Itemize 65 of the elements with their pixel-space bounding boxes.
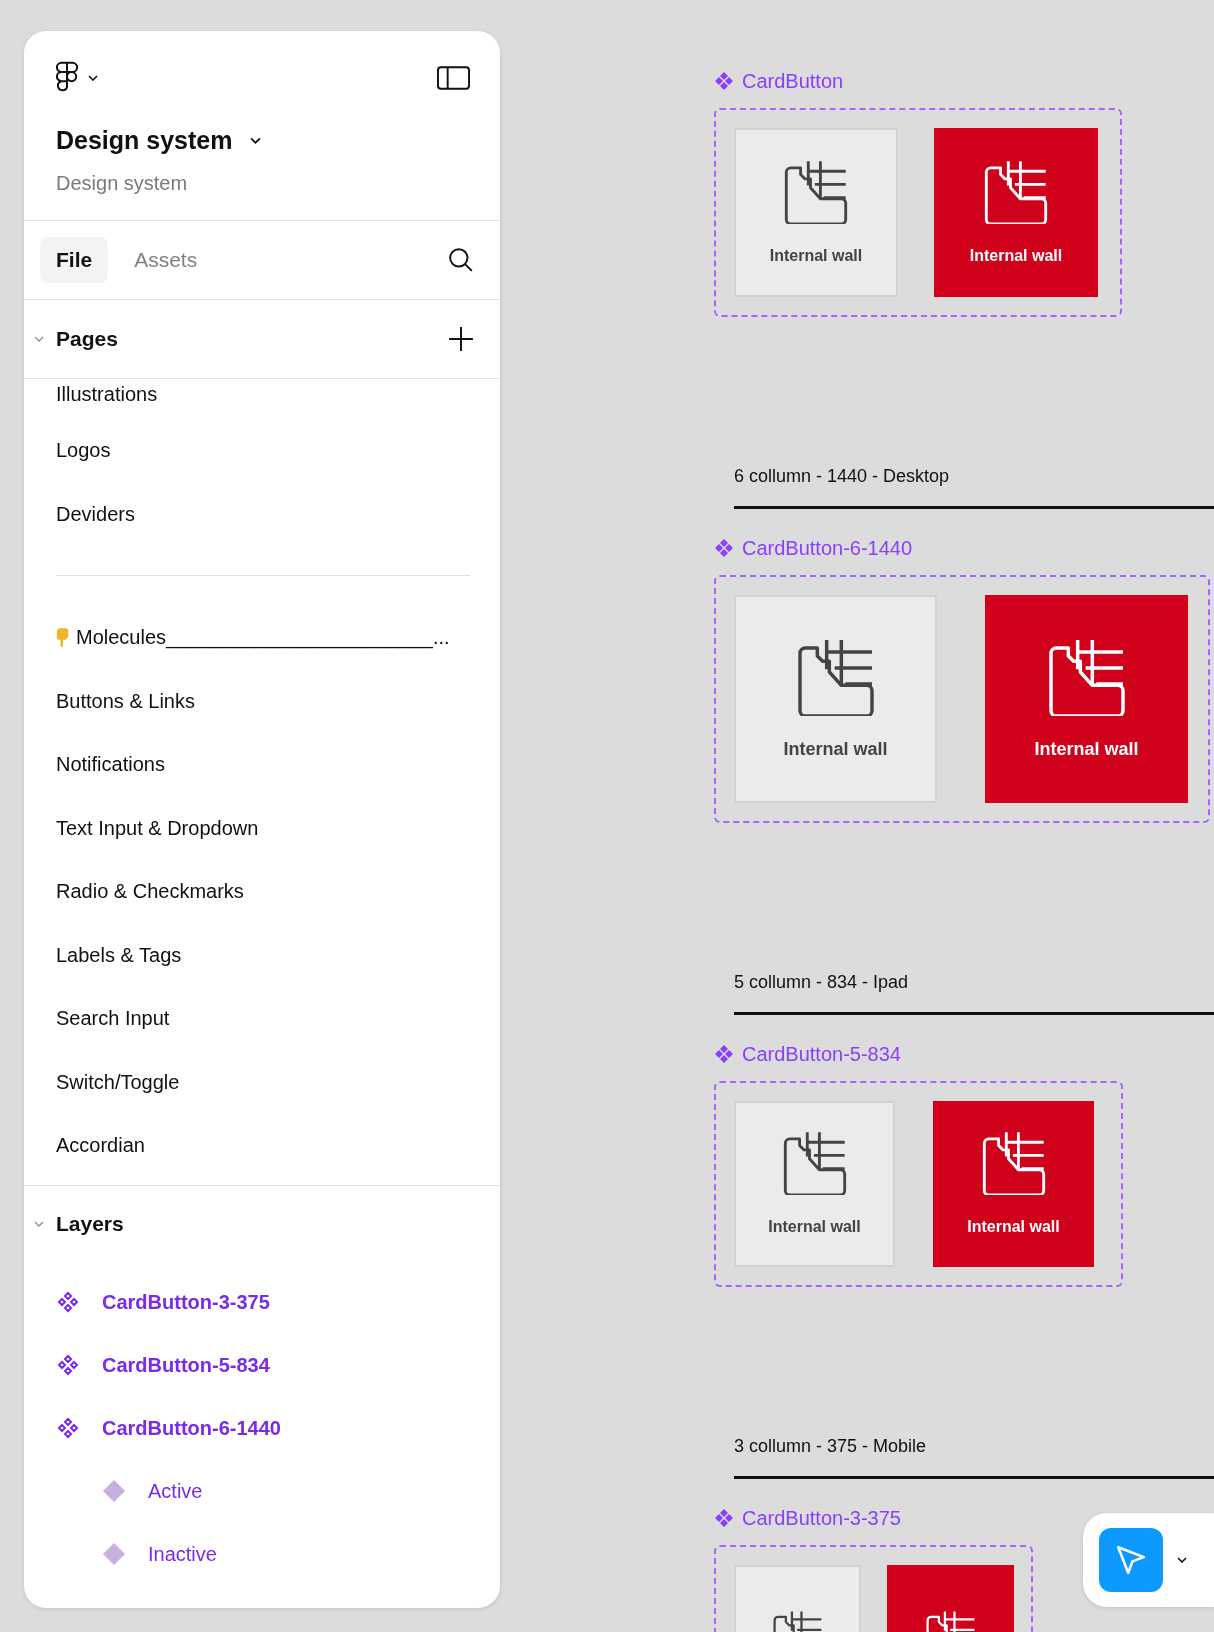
chevron-icon: [34, 335, 44, 342]
component-title[interactable]: CardButton: [742, 66, 844, 96]
layer-item[interactable]: CardButton-6-1440: [24, 1396, 500, 1459]
page-item[interactable]: Deviders: [24, 482, 500, 546]
component-icon: [56, 1289, 80, 1314]
card-button[interactable]: Internal wall: [734, 595, 937, 803]
page-item[interactable]: Text Input & Dropdown: [24, 796, 500, 860]
wall-icon: [980, 1129, 1047, 1195]
page-item[interactable]: Labels & Tags: [24, 923, 500, 987]
card-button[interactable]: Internal wall: [933, 1101, 1094, 1267]
section-title[interactable]: Layers: [56, 1208, 124, 1240]
component-title[interactable]: CardButton-5-834: [742, 1039, 901, 1069]
card-label: Internal wall: [969, 245, 1063, 266]
page-item[interactable]: Accordian: [24, 1113, 500, 1177]
layer-item[interactable]: CardButton-5-834: [24, 1333, 500, 1396]
project-name: Design system: [55, 170, 189, 196]
card-label: Internal wall: [1034, 737, 1139, 761]
chevron-icon: [250, 137, 262, 145]
page-item[interactable]: Search Input: [24, 986, 500, 1050]
component-icon: [56, 1415, 80, 1440]
section-heading: 3 collumn - 375 - Mobile: [734, 1435, 928, 1458]
variant-icon: [102, 1478, 126, 1503]
section-title[interactable]: Pages: [56, 322, 118, 355]
chevron-icon: [88, 74, 98, 81]
component-icon: [714, 1508, 734, 1528]
tab[interactable]: Assets: [118, 236, 214, 283]
component-icon: [714, 538, 734, 558]
add-icon[interactable]: [448, 325, 474, 352]
card-button[interactable]: Internal wall: [985, 595, 1188, 803]
pointing-hand-icon: [56, 627, 70, 648]
component-icon: [714, 1044, 734, 1064]
section-heading: 5 collumn - 834 - Ipad: [734, 971, 910, 994]
wall-icon: [781, 1129, 848, 1195]
layer-item[interactable]: Active: [24, 1459, 500, 1522]
component-title[interactable]: CardButton-6-1440: [742, 533, 913, 563]
chevron-icon: [1177, 1557, 1187, 1563]
page-item[interactable]: Molecules________________________...: [24, 605, 500, 669]
card-button[interactable]: Internal wall: [734, 1101, 895, 1267]
card-label: Internal wall: [769, 245, 863, 266]
cursor-icon: [1114, 1543, 1148, 1577]
tab[interactable]: File: [40, 236, 109, 283]
layer-item[interactable]: CardButton-3-375: [24, 1270, 500, 1333]
card-button[interactable]: Internal wall: [734, 128, 898, 297]
section-heading: 6 collumn - 1440 - Desktop: [734, 465, 951, 488]
card-label: Internal wall: [783, 737, 888, 761]
move-tool-button[interactable]: [1099, 1528, 1163, 1592]
page-item[interactable]: Logos: [24, 418, 500, 482]
component-icon: [56, 1352, 80, 1377]
card-button[interactable]: Internal wall: [934, 128, 1098, 297]
variant-icon: [102, 1541, 126, 1566]
page-item[interactable]: Radio & Checkmarks: [24, 859, 500, 923]
card-label: Internal wall: [967, 1217, 1060, 1237]
page-item[interactable]: Switch/Toggle: [24, 1050, 500, 1114]
search-icon[interactable]: [448, 246, 474, 273]
page-item[interactable]: Notifications: [24, 732, 500, 796]
page-item[interactable]: Buttons & Links: [24, 669, 500, 733]
file-title[interactable]: Design system: [56, 122, 233, 160]
component-icon: [714, 71, 734, 91]
chevron-icon: [34, 1221, 44, 1227]
sidebar-toggle-icon[interactable]: [437, 65, 470, 90]
logo-icon[interactable]: [56, 61, 78, 94]
layer-item[interactable]: Inactive: [24, 1522, 500, 1585]
page-item[interactable]: Illustrations: [24, 378, 500, 419]
component-title[interactable]: CardButton-3-375: [742, 1503, 901, 1533]
card-label: Internal wall: [768, 1217, 861, 1237]
